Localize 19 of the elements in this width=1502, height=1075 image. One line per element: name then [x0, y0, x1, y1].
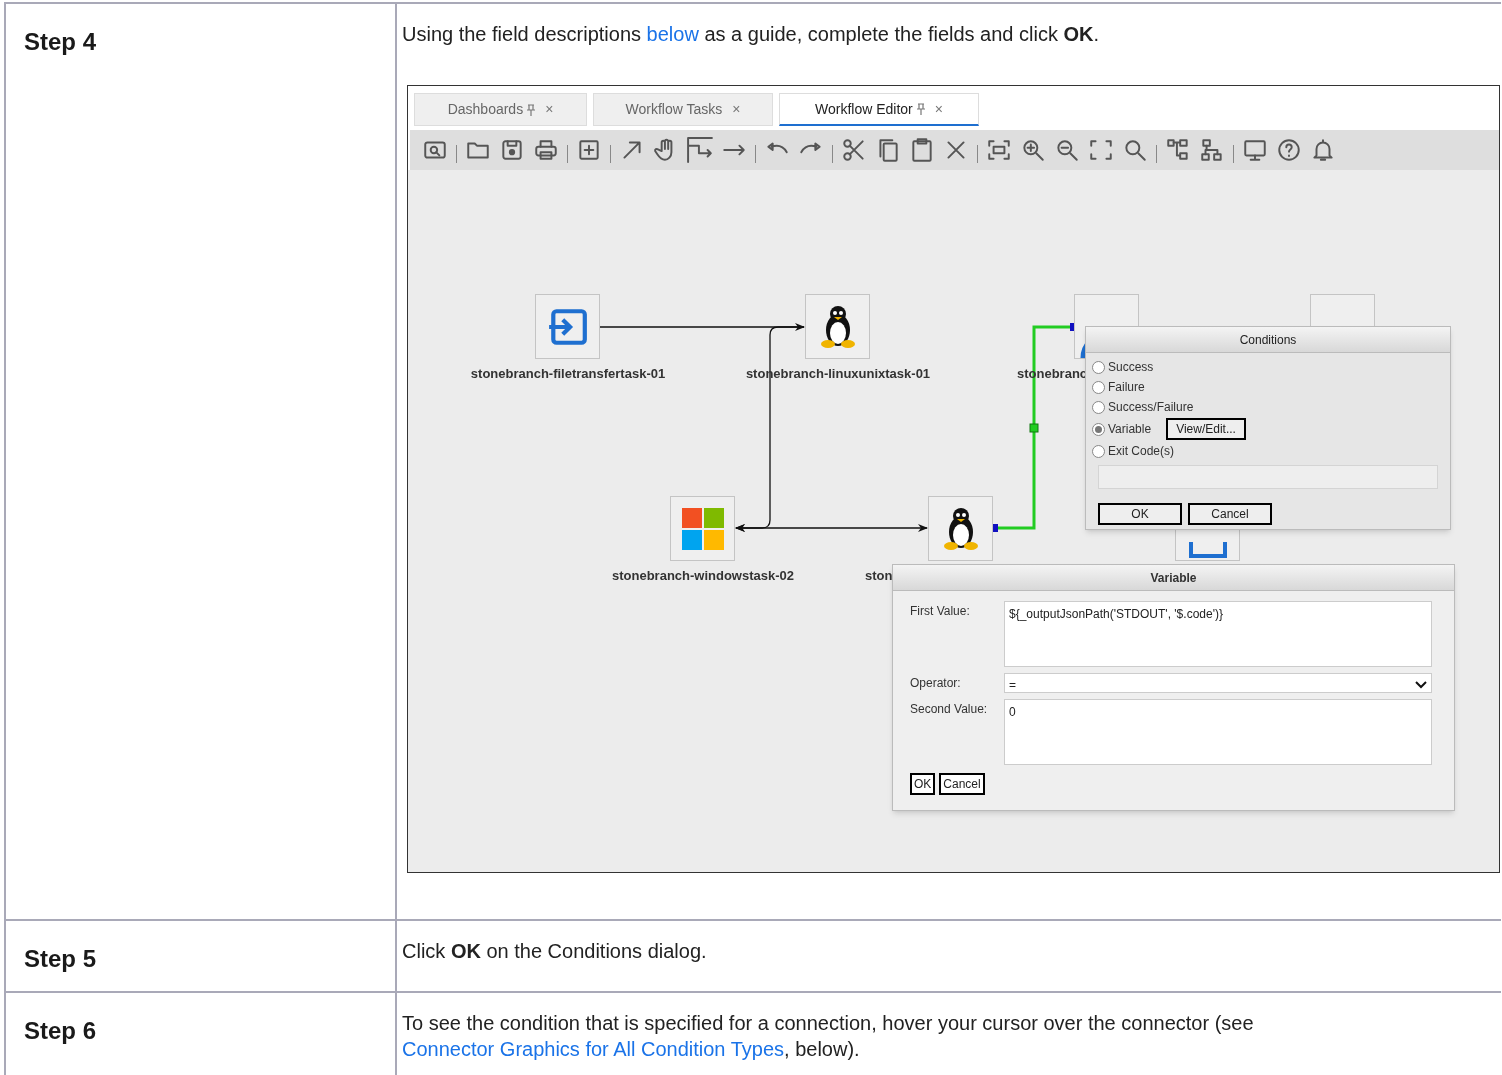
- node-label: stonebranch-filetransfertask-01: [470, 365, 666, 383]
- node-label: ston: [865, 567, 893, 585]
- instruction-text: Using the field descriptions below as a guide, complete the fields and click OK.: [402, 22, 1101, 47]
- step-label: Step 4: [24, 27, 98, 57]
- instruction-text: To see the condition that is specified for a connection, hover your cursor over the connector (see Connector Graphics for All Condition Types, below).: [402, 1011, 1255, 1062]
- step-label: Step 6: [24, 1016, 98, 1046]
- node-label: stonebranch-windowstask-02: [612, 567, 794, 585]
- instruction-text: Click OK on the Conditions dialog.: [402, 939, 708, 964]
- dialog-title: Conditions: [1086, 327, 1450, 353]
- radio-label: Exit Code(s): [1108, 443, 1175, 460]
- field-label: Second Value:: [910, 701, 989, 718]
- radio-label: Success/Failure: [1108, 399, 1194, 416]
- radio-label: Success: [1108, 359, 1154, 376]
- dialog-title: Variable: [893, 565, 1454, 591]
- field-label: Operator:: [910, 675, 962, 692]
- field-label: First Value:: [910, 603, 971, 620]
- radio-label: Variable: [1108, 421, 1152, 438]
- radio-label: Failure: [1108, 379, 1145, 396]
- step-label: Step 5: [24, 944, 98, 974]
